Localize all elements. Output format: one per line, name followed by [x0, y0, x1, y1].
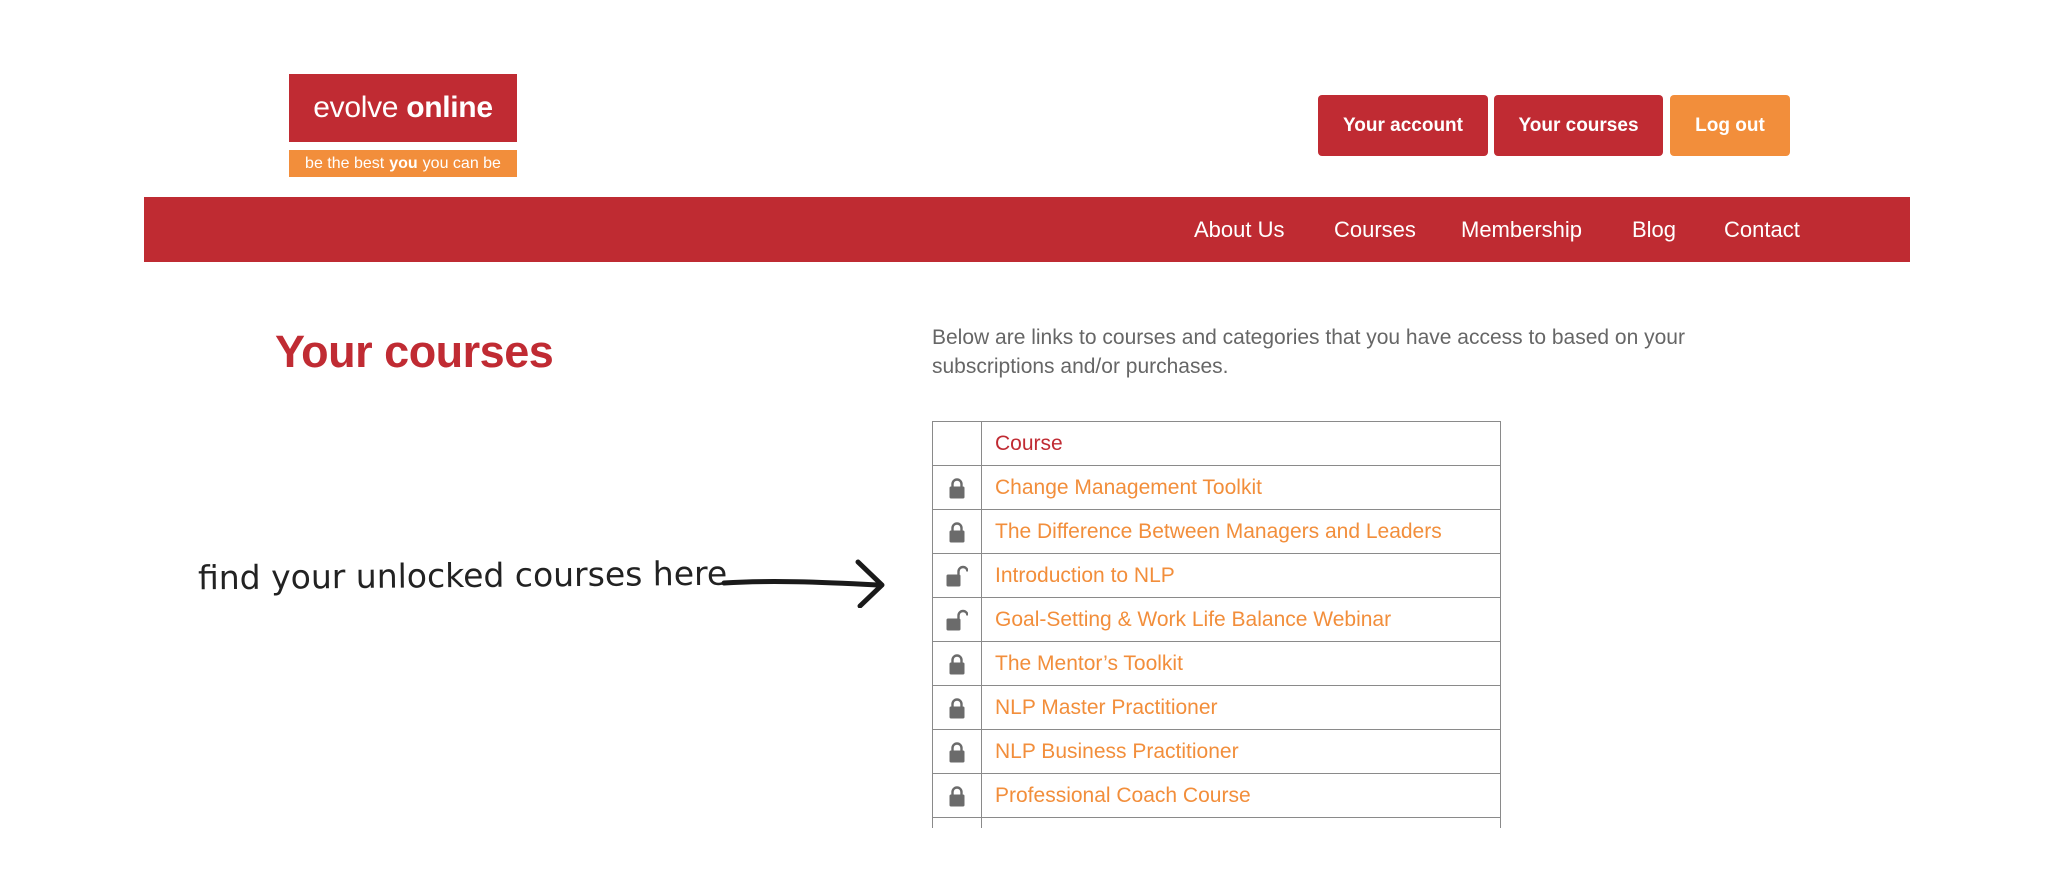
course-column-header: Course: [981, 421, 1501, 466]
lock-icon: [932, 729, 982, 774]
unlock-icon: [932, 553, 982, 598]
lock-icon: [932, 509, 982, 554]
course-cell: The Difference Between Managers and Lead…: [981, 509, 1501, 554]
table-row: Professional Coach Course: [932, 773, 1501, 818]
lock-icon: [932, 773, 982, 818]
course-cell: Introduction to NLP: [981, 553, 1501, 598]
table-row: Change Management Toolkit: [932, 465, 1501, 510]
status-column-header: [932, 421, 982, 466]
intro-text: Below are links to courses and categorie…: [932, 326, 1685, 378]
lock-icon: [932, 685, 982, 730]
course-cell: Professional Coach Course: [981, 773, 1501, 818]
nav-blog[interactable]: Blog: [1632, 197, 1676, 262]
arrow-right-icon: [721, 559, 885, 608]
table-row-clipped: [932, 817, 1501, 828]
logo-name-light: evolve: [313, 91, 399, 124]
course-cell: The Mentor’s Toolkit: [981, 641, 1501, 686]
clipped-cell: [981, 817, 1501, 828]
nav-membership[interactable]: Membership: [1461, 197, 1582, 262]
course-link[interactable]: The Difference Between Managers and Lead…: [995, 520, 1442, 543]
nav-contact[interactable]: Contact: [1724, 197, 1800, 262]
table-row: Introduction to NLP: [932, 553, 1501, 598]
annotation-text: find your unlocked courses here: [197, 553, 728, 598]
tagline-bold: you: [389, 154, 418, 172]
course-cell: NLP Business Practitioner: [981, 729, 1501, 774]
course-link[interactable]: NLP Business Practitioner: [995, 740, 1239, 763]
course-cell: Goal-Setting & Work Life Balance Webinar: [981, 597, 1501, 642]
site-logo[interactable]: evolve online be the best you you can be: [289, 74, 517, 177]
course-link[interactable]: NLP Master Practitioner: [995, 696, 1218, 719]
course-link[interactable]: The Mentor’s Toolkit: [995, 652, 1183, 675]
nav-courses[interactable]: Courses: [1334, 197, 1416, 262]
course-link[interactable]: Professional Coach Course: [995, 784, 1251, 807]
your-courses-button[interactable]: Your courses: [1494, 95, 1663, 156]
table-header-row: Course: [932, 421, 1501, 466]
table-row: NLP Master Practitioner: [932, 685, 1501, 730]
your-account-button[interactable]: Your account: [1318, 95, 1488, 156]
tagline-before: be the best: [305, 154, 385, 172]
course-cell: Change Management Toolkit: [981, 465, 1501, 510]
lock-icon: [932, 641, 982, 686]
course-cell: NLP Master Practitioner: [981, 685, 1501, 730]
courses-table: Course Change Management Toolkit The Diff…: [932, 421, 1501, 828]
course-link[interactable]: Introduction to NLP: [995, 564, 1175, 587]
table-row: The Difference Between Managers and Lead…: [932, 509, 1501, 554]
course-link[interactable]: Change Management Toolkit: [995, 476, 1262, 499]
tagline-after: you can be: [422, 154, 501, 172]
main-nav: About Us Courses Membership Blog Contact: [144, 197, 1910, 262]
logo-tagline: be the best you you can be: [289, 150, 517, 177]
course-rows: Change Management Toolkit The Difference …: [932, 465, 1501, 828]
table-row: NLP Business Practitioner: [932, 729, 1501, 774]
nav-about-us[interactable]: About Us: [1194, 197, 1285, 262]
course-link[interactable]: Goal-Setting & Work Life Balance Webinar: [995, 608, 1391, 631]
log-out-button[interactable]: Log out: [1670, 95, 1790, 156]
unlock-icon: [932, 597, 982, 642]
page-title: Your courses: [275, 326, 554, 377]
lock-icon: [932, 465, 982, 510]
logo-name-bold: online: [406, 91, 493, 124]
table-row: The Mentor’s Toolkit: [932, 641, 1501, 686]
table-row: Goal-Setting & Work Life Balance Webinar: [932, 597, 1501, 642]
logo-wordmark: evolve online: [289, 74, 517, 142]
clipped-cell: [932, 817, 982, 828]
